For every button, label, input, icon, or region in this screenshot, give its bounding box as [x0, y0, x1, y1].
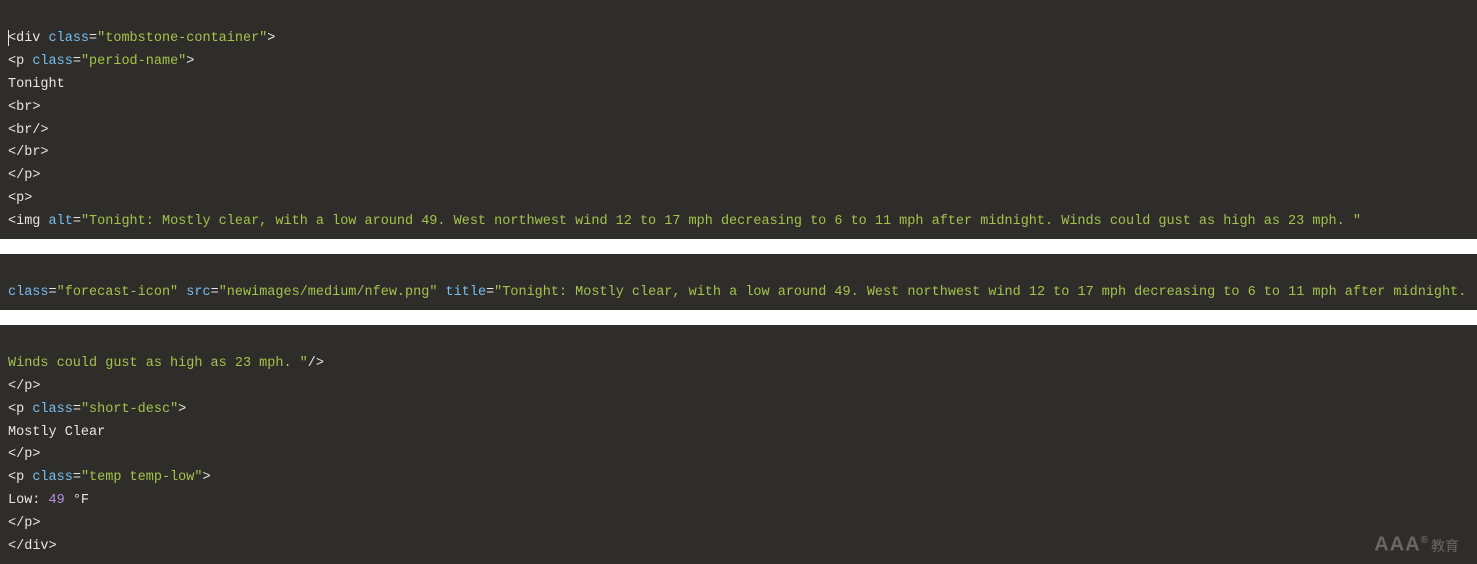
code-line: <p class="temp temp-low">: [8, 470, 211, 485]
code-line: Low: 49 °F: [8, 493, 89, 508]
code-line: </p>: [8, 168, 40, 183]
code-line: Winds could gust as high as 23 mph. "/>: [8, 356, 324, 371]
code-line: <img alt="Tonight: Mostly clear, with a …: [8, 214, 1361, 229]
code-line: class="forecast-icon" src="newimages/med…: [8, 285, 1466, 300]
code-line: </p>: [8, 379, 40, 394]
code-block-1[interactable]: <div class="tombstone-container"> <p cla…: [0, 0, 1477, 239]
code-line: Mostly Clear: [8, 425, 105, 440]
code-line: </p>: [8, 516, 40, 531]
attr-name: class: [49, 31, 90, 46]
tag-name: div: [16, 31, 40, 46]
code-line: <p class="short-desc">: [8, 402, 186, 417]
punct: <: [8, 31, 16, 46]
block-gap: [0, 310, 1477, 325]
code-line: <br/>: [8, 123, 49, 138]
code-line: <div class="tombstone-container">: [8, 31, 275, 46]
code-line: <br>: [8, 100, 40, 115]
code-line: </br>: [8, 145, 49, 160]
editor-root: <div class="tombstone-container"> <p cla…: [0, 0, 1477, 564]
code-line: Tonight: [8, 77, 65, 92]
number-literal: 49: [49, 493, 65, 508]
code-block-3[interactable]: Winds could gust as high as 23 mph. "/> …: [0, 325, 1477, 564]
code-line: <p>: [8, 191, 32, 206]
code-block-2[interactable]: class="forecast-icon" src="newimages/med…: [0, 254, 1477, 310]
block-gap: [0, 239, 1477, 254]
text-content: Tonight: [8, 77, 65, 92]
attr-value: "tombstone-container": [97, 31, 267, 46]
code-line: </p>: [8, 447, 40, 462]
code-line: <p class="period-name">: [8, 54, 194, 69]
code-line: </div>: [8, 539, 57, 554]
